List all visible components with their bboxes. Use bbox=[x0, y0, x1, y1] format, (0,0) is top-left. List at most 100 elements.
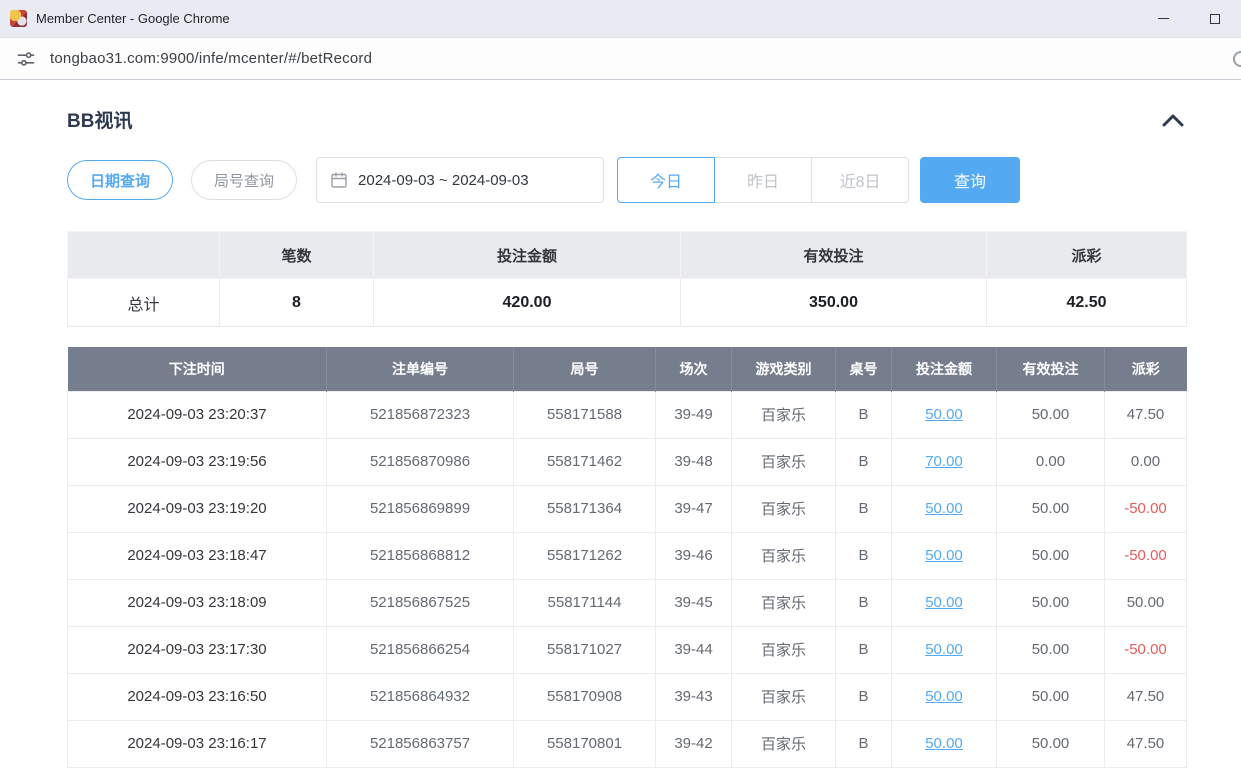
summary-column-header: 派彩 bbox=[987, 232, 1187, 279]
filter-row: 日期查询 局号查询 2024-09-03 ~ 2024-09-03 今日 昨日 … bbox=[67, 157, 1186, 203]
session-number: 39-43 bbox=[656, 673, 732, 720]
table-number: B bbox=[836, 626, 892, 673]
bet-time: 2024-09-03 23:19:20 bbox=[68, 485, 327, 532]
bet-time: 2024-09-03 23:17:30 bbox=[68, 626, 327, 673]
page-title: BB视讯 bbox=[67, 106, 132, 133]
valid-bet: 50.00 bbox=[997, 720, 1105, 767]
round-number: 558170801 bbox=[514, 720, 656, 767]
date-query-tab[interactable]: 日期查询 bbox=[67, 160, 173, 200]
game-type: 百家乐 bbox=[732, 485, 836, 532]
column-header: 投注金额 bbox=[892, 347, 997, 391]
collapse-button[interactable] bbox=[1160, 110, 1186, 130]
column-header: 有效投注 bbox=[997, 347, 1105, 391]
bet-time: 2024-09-03 23:18:09 bbox=[68, 579, 327, 626]
payout: -50.00 bbox=[1105, 626, 1187, 673]
valid-bet: 50.00 bbox=[997, 391, 1105, 438]
round-number: 558171588 bbox=[514, 391, 656, 438]
round-number: 558171027 bbox=[514, 626, 656, 673]
today-button[interactable]: 今日 bbox=[617, 157, 715, 203]
bet-amount-link[interactable]: 50.00 bbox=[925, 547, 963, 564]
table-row: 2024-09-03 23:20:37521856872323558171588… bbox=[68, 391, 1187, 438]
bet-time: 2024-09-03 23:19:56 bbox=[68, 438, 327, 485]
calendar-icon bbox=[330, 171, 348, 189]
round-number: 558171144 bbox=[514, 579, 656, 626]
bet-amount-link[interactable]: 50.00 bbox=[925, 594, 963, 611]
last-8-days-button[interactable]: 近8日 bbox=[811, 157, 909, 203]
bet-amount-cell: 50.00 bbox=[892, 720, 997, 767]
summary-value: 42.50 bbox=[987, 279, 1187, 327]
window-titlebar: Member Center - Google Chrome bbox=[0, 0, 1241, 38]
payout: 0.00 bbox=[1105, 438, 1187, 485]
bet-amount-link[interactable]: 50.00 bbox=[925, 500, 963, 517]
yesterday-button[interactable]: 昨日 bbox=[714, 157, 812, 203]
payout: -50.00 bbox=[1105, 532, 1187, 579]
column-header: 游戏类别 bbox=[732, 347, 836, 391]
bet-amount-cell: 50.00 bbox=[892, 532, 997, 579]
bet-record-page: BB视讯 日期查询 局号查询 2024-09-03 ~ 2024-09-03 bbox=[0, 80, 1241, 768]
maximize-button[interactable] bbox=[1189, 0, 1241, 38]
bet-id: 521856869899 bbox=[327, 485, 514, 532]
bet-amount-cell: 50.00 bbox=[892, 485, 997, 532]
round-number: 558171462 bbox=[514, 438, 656, 485]
summary-row-label: 总计 bbox=[68, 279, 220, 327]
summary-value: 8 bbox=[220, 279, 374, 327]
window-controls bbox=[1137, 0, 1241, 38]
valid-bet: 50.00 bbox=[997, 485, 1105, 532]
valid-bet: 0.00 bbox=[997, 438, 1105, 485]
session-number: 39-45 bbox=[656, 579, 732, 626]
table-number: B bbox=[836, 532, 892, 579]
bet-amount-link[interactable]: 50.00 bbox=[925, 406, 963, 423]
round-query-tab[interactable]: 局号查询 bbox=[191, 160, 297, 200]
table-number: B bbox=[836, 579, 892, 626]
session-number: 39-44 bbox=[656, 626, 732, 673]
url-text[interactable]: tongbao31.com:9900/infe/mcenter/#/betRec… bbox=[50, 50, 1227, 67]
browser-url-bar: tongbao31.com:9900/infe/mcenter/#/betRec… bbox=[0, 38, 1241, 80]
table-number: B bbox=[836, 438, 892, 485]
bet-amount-link[interactable]: 50.00 bbox=[925, 641, 963, 658]
table-row: 2024-09-03 23:18:47521856868812558171262… bbox=[68, 532, 1187, 579]
round-number: 558171364 bbox=[514, 485, 656, 532]
payout: 47.50 bbox=[1105, 720, 1187, 767]
bet-id: 521856863757 bbox=[327, 720, 514, 767]
bet-amount-cell: 50.00 bbox=[892, 626, 997, 673]
page-header: BB视讯 bbox=[67, 106, 1186, 133]
date-range-input[interactable]: 2024-09-03 ~ 2024-09-03 bbox=[316, 157, 604, 203]
window-title: Member Center - Google Chrome bbox=[36, 11, 1137, 26]
game-type: 百家乐 bbox=[732, 720, 836, 767]
game-type: 百家乐 bbox=[732, 579, 836, 626]
bet-time: 2024-09-03 23:16:17 bbox=[68, 720, 327, 767]
column-header: 注单编号 bbox=[327, 347, 514, 391]
summary-column-header: 有效投注 bbox=[681, 232, 987, 279]
bet-amount-link[interactable]: 70.00 bbox=[925, 453, 963, 470]
minimize-button[interactable] bbox=[1137, 0, 1189, 38]
column-header: 桌号 bbox=[836, 347, 892, 391]
summary-table: 笔数投注金额有效投注派彩 总计8420.00350.0042.50 bbox=[67, 231, 1187, 327]
summary-column-header bbox=[68, 232, 220, 279]
bet-amount-cell: 70.00 bbox=[892, 438, 997, 485]
maximize-icon bbox=[1210, 14, 1220, 24]
site-settings-icon[interactable] bbox=[16, 49, 36, 69]
bet-id: 521856866254 bbox=[327, 626, 514, 673]
bet-amount-cell: 50.00 bbox=[892, 673, 997, 720]
records-header-row: 下注时间注单编号局号场次游戏类别桌号投注金额有效投注派彩 bbox=[68, 347, 1187, 391]
valid-bet: 50.00 bbox=[997, 579, 1105, 626]
summary-column-header: 笔数 bbox=[220, 232, 374, 279]
valid-bet: 50.00 bbox=[997, 673, 1105, 720]
bet-amount-link[interactable]: 50.00 bbox=[925, 735, 963, 752]
table-number: B bbox=[836, 720, 892, 767]
table-row: 2024-09-03 23:18:09521856867525558171144… bbox=[68, 579, 1187, 626]
browser-action-icon[interactable] bbox=[1233, 51, 1241, 67]
session-number: 39-46 bbox=[656, 532, 732, 579]
records-tbody: 2024-09-03 23:20:37521856872323558171588… bbox=[68, 391, 1187, 767]
payout: 47.50 bbox=[1105, 391, 1187, 438]
bet-time: 2024-09-03 23:16:50 bbox=[68, 673, 327, 720]
bet-records-table: 下注时间注单编号局号场次游戏类别桌号投注金额有效投注派彩 2024-09-03 … bbox=[67, 347, 1187, 768]
table-number: B bbox=[836, 673, 892, 720]
summary-header-row: 笔数投注金额有效投注派彩 bbox=[68, 232, 1187, 279]
column-header: 场次 bbox=[656, 347, 732, 391]
bet-amount-link[interactable]: 50.00 bbox=[925, 688, 963, 705]
game-type: 百家乐 bbox=[732, 626, 836, 673]
search-button[interactable]: 查询 bbox=[920, 157, 1020, 203]
table-row: 2024-09-03 23:16:17521856863757558170801… bbox=[68, 720, 1187, 767]
bet-id: 521856867525 bbox=[327, 579, 514, 626]
